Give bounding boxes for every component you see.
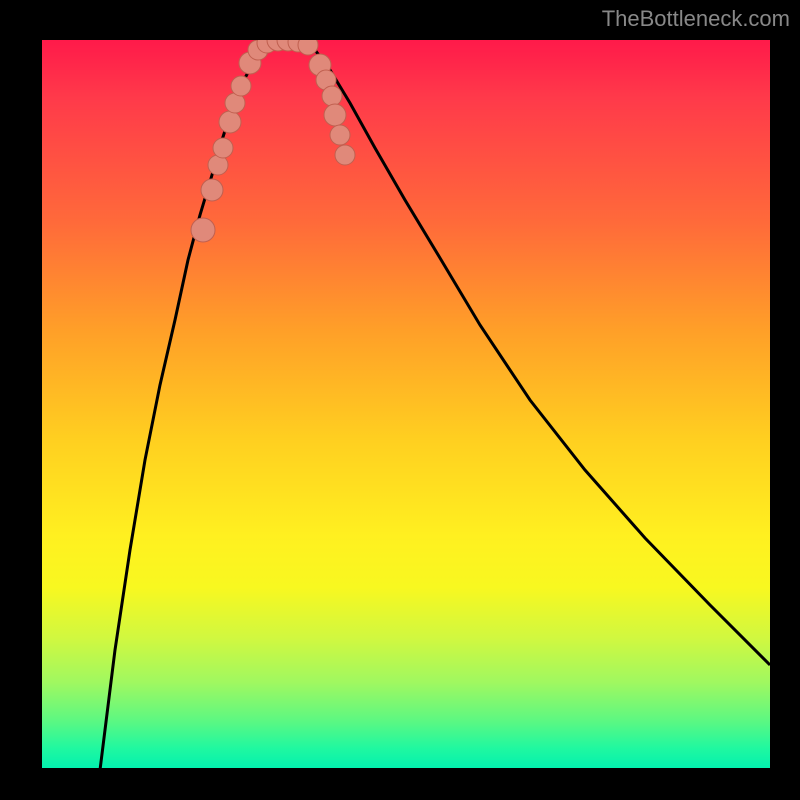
data-dot <box>330 125 350 145</box>
chart-svg <box>40 40 770 770</box>
data-dot <box>201 179 223 201</box>
data-dot <box>191 218 215 242</box>
data-dot <box>324 104 346 126</box>
data-dot <box>213 138 233 158</box>
curves-group <box>100 40 770 770</box>
data-dot <box>335 145 355 165</box>
chart-container: TheBottleneck.com <box>0 0 800 800</box>
watermark-text: TheBottleneck.com <box>602 6 790 32</box>
data-dot <box>322 86 342 106</box>
curve-left-curve <box>100 40 280 770</box>
data-dot <box>231 76 251 96</box>
data-dot <box>298 40 318 55</box>
data-dot <box>219 111 241 133</box>
curve-right-curve <box>305 40 770 665</box>
